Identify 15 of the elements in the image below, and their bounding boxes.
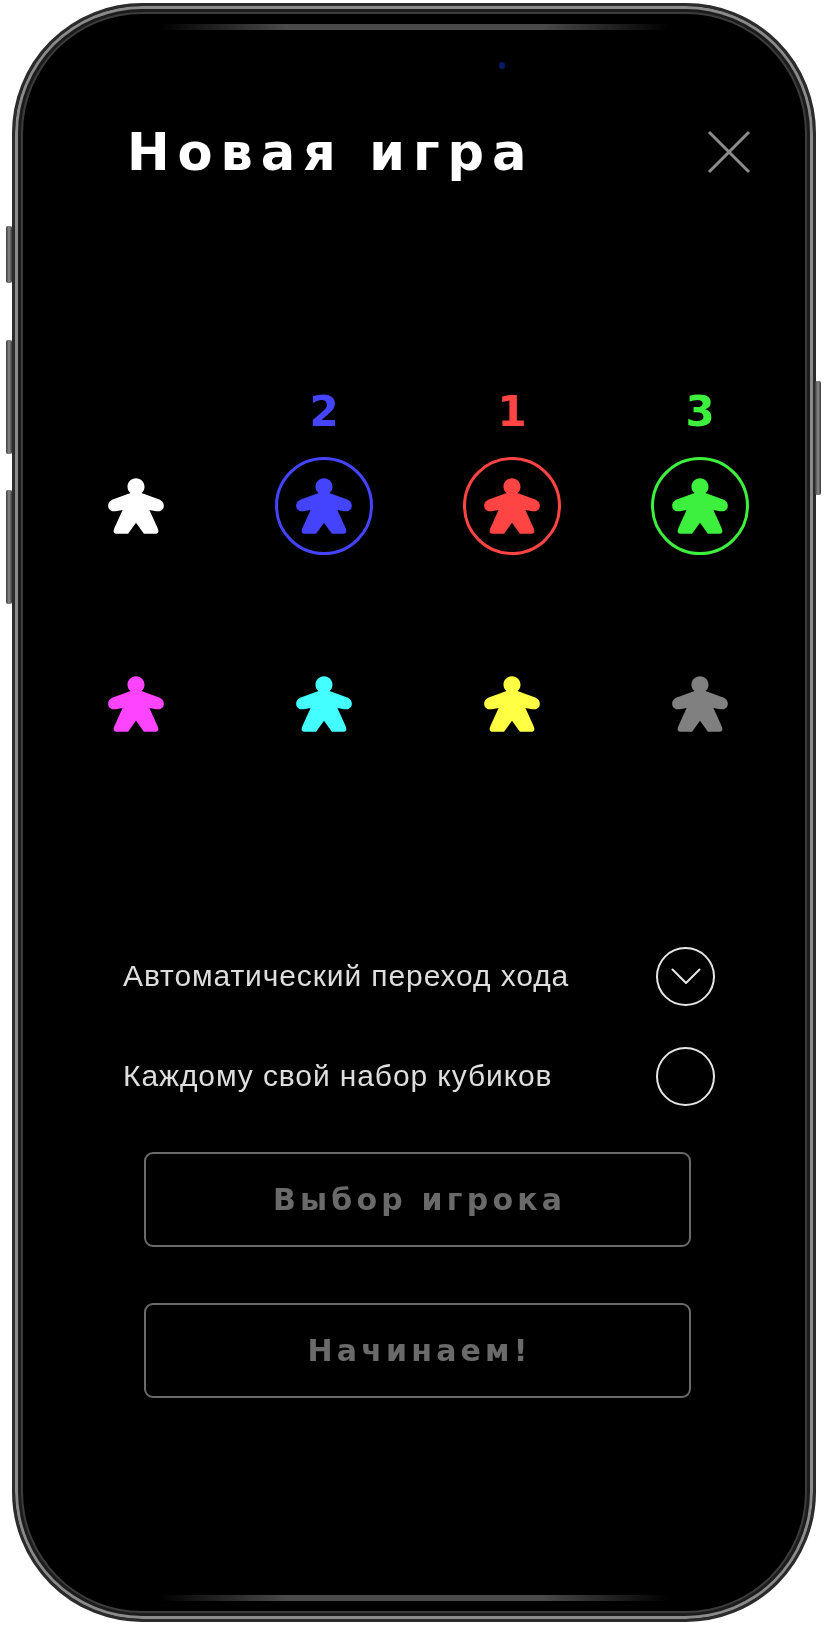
close-button[interactable] xyxy=(707,130,751,174)
option-label: Автоматический переход хода xyxy=(123,959,570,993)
close-icon xyxy=(707,130,751,174)
turn-order-number: 1 xyxy=(497,390,527,434)
player-ring[interactable] xyxy=(463,457,561,555)
side-key-drawing xyxy=(6,226,12,283)
option-label: Каждому свой набор кубиков xyxy=(123,1059,553,1093)
meeple-icon[interactable] xyxy=(296,674,352,734)
turn-order-number: 3 xyxy=(685,390,715,434)
meeple-icon[interactable] xyxy=(108,674,164,734)
camera-icon xyxy=(499,62,505,69)
meeple-icon[interactable] xyxy=(108,476,164,536)
check-icon xyxy=(670,967,701,985)
turn-order-number: 2 xyxy=(309,390,339,434)
meeple-icon[interactable] xyxy=(484,674,540,734)
